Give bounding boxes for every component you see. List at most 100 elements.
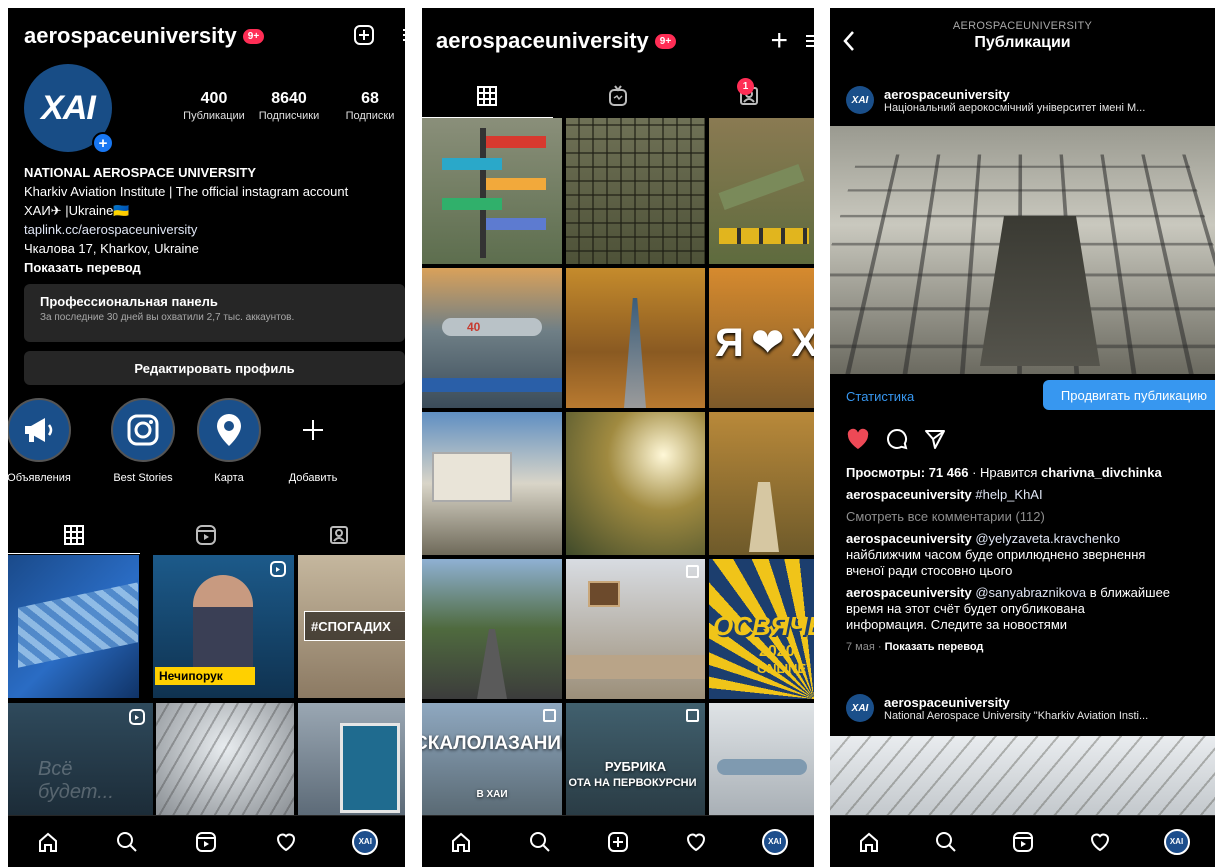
avatar: XAI [762, 829, 788, 855]
show-translation-link[interactable]: Показать перевод [24, 258, 405, 277]
home-icon[interactable] [441, 822, 481, 862]
tile-caption: Я ❤ Х [715, 320, 814, 366]
post-tile[interactable] [422, 118, 562, 264]
heart-icon[interactable] [1080, 822, 1120, 862]
comment-username[interactable]: aerospaceuniversity [846, 531, 972, 546]
profile-username[interactable]: aerospaceuniversity [24, 23, 237, 49]
profile-tab-avatar[interactable]: XAI [1157, 822, 1197, 862]
menu-icon[interactable] [806, 32, 814, 50]
post-tile[interactable] [8, 555, 139, 698]
profile-username[interactable]: aerospaceuniversity [436, 28, 649, 54]
stat-posts[interactable]: 400 Публикации [178, 90, 250, 122]
tab-reels[interactable] [140, 516, 272, 554]
profile-tab-avatar[interactable]: XAI [755, 822, 795, 862]
back-icon[interactable] [842, 30, 856, 57]
search-icon[interactable] [107, 822, 147, 862]
avatar-logo-text: XAI [41, 89, 95, 128]
heart-icon[interactable] [676, 822, 716, 862]
plus-icon[interactable]: + [770, 26, 788, 56]
view-comments-link[interactable]: Смотреть все комментарии (112) [846, 509, 1215, 525]
post-tile[interactable] [566, 118, 705, 264]
bio-name: NATIONAL AEROSPACE UNIVERSITY [24, 163, 405, 182]
liked-by-user[interactable]: charivna_divchinka [1041, 465, 1162, 480]
post-tile[interactable]: РУБРИКА ОТА НА ПЕРВОКУРСНИ [566, 703, 705, 815]
post-tile[interactable] [709, 412, 814, 555]
tab-grid[interactable] [422, 74, 553, 118]
stat-following-value: 68 [334, 90, 405, 108]
notification-badge[interactable]: 9+ [655, 34, 676, 49]
heart-icon[interactable] [266, 822, 306, 862]
post-tile[interactable]: Нечипорук [153, 555, 294, 698]
stat-following[interactable]: 68 Подписки [334, 90, 405, 122]
menu-icon[interactable] [403, 26, 405, 44]
post-tile[interactable] [298, 703, 405, 815]
professional-dashboard[interactable]: Профессиональная панель За последние 30 … [24, 284, 405, 342]
profile-tab-avatar[interactable]: XAI [345, 822, 385, 862]
post-tile[interactable] [566, 559, 705, 699]
post-tile[interactable]: СКАЛОЛАЗАНИЕ В ХАИ [422, 703, 562, 815]
post-tile[interactable] [566, 268, 705, 408]
tab-igtv[interactable] [553, 74, 684, 118]
caption-username[interactable]: aerospaceuniversity [846, 487, 972, 502]
avatar[interactable]: XAI [846, 694, 874, 722]
highlight-add[interactable]: Добавить [274, 398, 352, 484]
posts-header: AEROSPACEUNIVERSITY Публикации [830, 20, 1215, 66]
heart-filled-icon[interactable] [846, 428, 870, 450]
comment-text: информация. Следите за новостями [846, 617, 1215, 633]
new-post-icon[interactable] [353, 24, 375, 51]
post-tile[interactable] [709, 703, 814, 815]
post-location[interactable]: National Aerospace University "Kharkiv A… [884, 710, 1214, 722]
home-icon[interactable] [28, 822, 68, 862]
reels-icon[interactable] [1003, 822, 1043, 862]
promote-button[interactable]: Продвигать публикацию [1043, 380, 1215, 410]
comment-mention[interactable]: @yelyzaveta.kravchenko [975, 531, 1120, 546]
comment-icon[interactable] [886, 428, 908, 450]
post-tile[interactable]: Я ❤ Х [709, 268, 814, 408]
post-tile[interactable]: 40 [422, 268, 562, 408]
tagged-badge: 1 [737, 78, 754, 95]
home-icon[interactable] [849, 822, 889, 862]
post-tile[interactable] [156, 703, 294, 815]
highlight-announcements[interactable]: Объявления [8, 398, 78, 484]
share-icon[interactable] [924, 428, 946, 450]
stat-followers[interactable]: 8640 Подписчики [253, 90, 325, 122]
reel-icon [270, 561, 286, 577]
show-translation-link[interactable]: Показать перевод [885, 641, 984, 653]
new-post-icon[interactable] [598, 822, 638, 862]
bio-link[interactable]: taplink.cc/aerospaceuniversity [24, 220, 405, 239]
comment-username[interactable]: aerospaceuniversity [846, 585, 972, 600]
caption-hashtag[interactable]: #help_KhAI [975, 487, 1042, 502]
post-tile[interactable] [566, 412, 705, 555]
post-tile[interactable]: #СПОГАДИХ [298, 555, 405, 698]
tab-tagged[interactable]: 1 [683, 74, 814, 118]
notification-badge[interactable]: 9+ [243, 29, 264, 44]
likes-prefix: · Нравится [968, 465, 1041, 480]
post-tile[interactable] [422, 559, 562, 699]
search-icon[interactable] [520, 822, 560, 862]
reels-icon[interactable] [186, 822, 226, 862]
post-tile[interactable]: Всё будет... [8, 703, 153, 815]
plus-icon [281, 398, 345, 462]
post-tile[interactable] [709, 118, 814, 264]
comment-mention[interactable]: @sanyabraznikova [975, 585, 1086, 600]
tab-grid[interactable] [8, 516, 140, 554]
insights-link[interactable]: Статистика [846, 389, 914, 404]
post-username[interactable]: aerospaceuniversity [884, 87, 1214, 102]
post-image[interactable] [830, 736, 1215, 816]
avatar: XAI [1164, 829, 1190, 855]
highlight-best-stories[interactable]: Best Stories [104, 398, 182, 484]
stat-posts-label: Публикации [178, 110, 250, 122]
search-icon[interactable] [926, 822, 966, 862]
post-tile[interactable]: ОСВЯЧЕ 2020 ONLINE [709, 559, 814, 699]
highlight-map[interactable]: Карта [190, 398, 268, 484]
post-location[interactable]: Національний аерокосмічний університет і… [884, 102, 1214, 114]
edit-profile-button[interactable]: Редактировать профиль [24, 351, 405, 385]
post-image[interactable] [830, 126, 1215, 374]
tab-tagged[interactable] [273, 516, 405, 554]
reels-icon [195, 524, 217, 546]
post-tile[interactable] [422, 412, 562, 555]
add-story-icon[interactable]: + [92, 132, 114, 154]
avatar[interactable]: XAI [846, 86, 874, 114]
pro-panel-subtitle: За последние 30 дней вы охватили 2,7 тыс… [40, 312, 389, 323]
post-username[interactable]: aerospaceuniversity [884, 695, 1214, 710]
